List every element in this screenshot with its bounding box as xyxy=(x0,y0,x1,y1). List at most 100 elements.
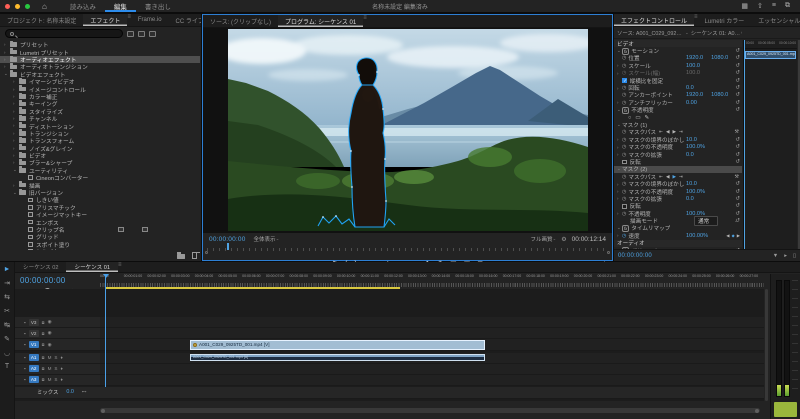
monitor-active[interactable]: プログラム: シーケンス 01 xyxy=(278,15,363,27)
ellipse-mask-icon[interactable]: ○ xyxy=(628,115,631,121)
solo-track-icon[interactable]: S xyxy=(54,366,57,371)
expand-icon[interactable]: ⊷ xyxy=(82,389,87,395)
lock-icon[interactable]: ▪ xyxy=(24,366,26,371)
accelerated-effects-badge[interactable] xyxy=(127,31,134,37)
nav-tab-編集[interactable]: 編集 xyxy=(105,0,136,12)
timeline-vscrollbar[interactable] xyxy=(765,289,768,401)
ec-mini-timeline[interactable]: 00:0000:00:05:0000:00:10:00 A001_C029_09… xyxy=(743,40,797,249)
reset-param-icon[interactable]: ↺ xyxy=(735,211,740,217)
effects-panel-active[interactable]: エフェクト xyxy=(83,14,127,26)
sync-lock-icon[interactable]: ⧈ xyxy=(42,331,45,336)
param-value[interactable]: 100.0 xyxy=(686,70,700,76)
fullscreen-icon[interactable]: ⧉ xyxy=(785,2,790,10)
param-value[interactable]: 0.00 xyxy=(686,100,697,106)
tracking-method-icon[interactable]: ⚒ xyxy=(735,174,739,180)
prev-keyframe-icon[interactable]: ◀ xyxy=(726,233,729,238)
zoom-level-dropdown[interactable]: 全体表示 xyxy=(254,235,276,243)
stopwatch-icon[interactable]: ◷ xyxy=(622,211,626,217)
reset-param-icon[interactable]: ↺ xyxy=(735,196,740,202)
toggle-track-output-icon[interactable]: ◉ xyxy=(48,342,52,348)
play-audio-icon[interactable]: ▸ xyxy=(784,253,787,259)
yuv-badge[interactable] xyxy=(149,31,156,37)
toggle-track-output-icon[interactable]: ◉ xyxy=(48,330,52,336)
reset-param-icon[interactable]: ↺ xyxy=(735,100,740,106)
stopwatch-icon[interactable]: ◷ xyxy=(622,181,626,187)
monitor-playhead[interactable] xyxy=(227,243,229,250)
mute-track-icon[interactable]: M xyxy=(48,366,52,371)
reset-param-icon[interactable]: ↺ xyxy=(735,203,740,209)
effect-controls-active[interactable]: エフェクトコントロール xyxy=(614,14,694,26)
zoom-window-button[interactable] xyxy=(25,4,30,9)
timeline-hscrollbar[interactable] xyxy=(100,408,760,413)
sync-lock-icon[interactable]: ⧈ xyxy=(42,342,45,347)
stopwatch-icon[interactable]: ◷ xyxy=(622,85,626,91)
scroll-handle-left[interactable] xyxy=(205,251,208,254)
param-value[interactable]: 1920.0 xyxy=(686,55,703,61)
panel-menu-icon[interactable]: ≡ xyxy=(363,15,367,27)
pen-tool[interactable]: ✎ xyxy=(4,335,10,343)
timeline-ruler[interactable]: 00:0000:00:01:0000:00:02:0000:00:03:0000… xyxy=(100,274,764,287)
mix-value[interactable]: 0.0 xyxy=(66,389,74,395)
track-target-A1[interactable]: A1 xyxy=(29,354,39,361)
add-keyframe-icon[interactable]: ◆ xyxy=(732,233,735,238)
track-target-A3[interactable]: A3 xyxy=(29,376,39,383)
track-target-V2[interactable]: V2 xyxy=(29,330,39,337)
track-target-V1[interactable]: V1 xyxy=(29,341,39,348)
effects-panel-tab[interactable]: Frame.io xyxy=(131,14,169,26)
checkbox[interactable] xyxy=(622,204,627,209)
voiceover-record-icon[interactable]: ♦ xyxy=(60,355,62,360)
reset-param-icon[interactable]: ↺ xyxy=(735,107,740,113)
reset-param-icon[interactable]: ↺ xyxy=(735,92,740,98)
track-mask-button[interactable]: ⇥ xyxy=(679,129,683,135)
lock-icon[interactable]: ▪ xyxy=(24,355,26,360)
delete-custom-item-icon[interactable] xyxy=(192,253,197,259)
track-mask-button[interactable]: ⇤ xyxy=(659,174,663,180)
solo-track-icon[interactable]: S xyxy=(54,377,57,382)
hand-tool[interactable]: ◡ xyxy=(4,349,10,357)
param-value[interactable]: 100.0 xyxy=(686,63,700,69)
mute-track-icon[interactable]: M xyxy=(48,355,52,360)
stopwatch-icon[interactable]: ◷ xyxy=(622,92,626,98)
quick-export-icon[interactable]: ⇧ xyxy=(757,2,763,10)
param-value[interactable]: 10.0 xyxy=(686,137,697,143)
reset-param-icon[interactable]: ↺ xyxy=(735,85,740,91)
track-mask-button[interactable]: ⇤ xyxy=(659,129,663,135)
sync-lock-icon[interactable]: ⧈ xyxy=(42,377,45,382)
effects-search-input[interactable] xyxy=(5,29,123,38)
stopwatch-icon[interactable]: ◷ xyxy=(622,63,626,69)
voiceover-record-icon[interactable]: ♦ xyxy=(60,377,62,382)
selection-tool[interactable]: ► xyxy=(4,266,11,273)
pen-mask-icon[interactable]: ✎ xyxy=(645,115,650,121)
scroll-handle-right[interactable] xyxy=(607,251,610,254)
slip-tool[interactable]: ↹ xyxy=(4,321,10,329)
reset-param-icon[interactable]: ↺ xyxy=(735,159,740,165)
track-target-A2[interactable]: A2 xyxy=(29,365,39,372)
effects-tree-item[interactable]: エンボス xyxy=(0,218,200,225)
nav-tab-読み込み[interactable]: 読み込み xyxy=(61,0,105,12)
lock-icon[interactable]: ▪ xyxy=(24,331,26,336)
stopwatch-icon[interactable]: ◷ xyxy=(622,196,626,202)
voiceover-record-icon[interactable]: ♦ xyxy=(60,366,62,371)
stopwatch-icon[interactable]: ◷ xyxy=(622,174,626,180)
timeline-timecode[interactable]: 00:00:00:00 xyxy=(20,276,66,285)
close-window-button[interactable] xyxy=(5,4,10,9)
param-value[interactable]: 0.0 xyxy=(686,196,694,202)
reset-param-icon[interactable]: ↺ xyxy=(735,63,740,69)
effects-tree-item[interactable]: セルパターン xyxy=(0,248,200,250)
track-mask-button[interactable]: ◀ xyxy=(666,129,670,135)
stopwatch-icon[interactable]: ◷ xyxy=(622,129,626,135)
track-target-V3[interactable]: V3 xyxy=(29,319,39,326)
monitor-scrubber[interactable] xyxy=(207,245,608,251)
effects-tree-item[interactable]: グリッド xyxy=(0,233,200,240)
reset-param-icon[interactable]: ↺ xyxy=(735,189,740,195)
param-value[interactable]: 1920.0 xyxy=(686,92,703,98)
track-mask-button[interactable]: ▶ xyxy=(672,129,676,135)
next-keyframe-icon[interactable]: ▶ xyxy=(737,233,740,238)
param-value[interactable]: 100.00% xyxy=(686,233,708,239)
new-custom-bin-icon[interactable] xyxy=(177,254,185,259)
minimize-window-button[interactable] xyxy=(15,4,20,9)
effect-controls-tab[interactable]: エッセンシャルグラフィックス xyxy=(751,14,800,26)
param-value[interactable]: 100.0% xyxy=(686,144,705,150)
fx-badge-icon[interactable]: fx xyxy=(622,107,629,114)
stopwatch-icon[interactable]: ◷ xyxy=(622,189,626,195)
